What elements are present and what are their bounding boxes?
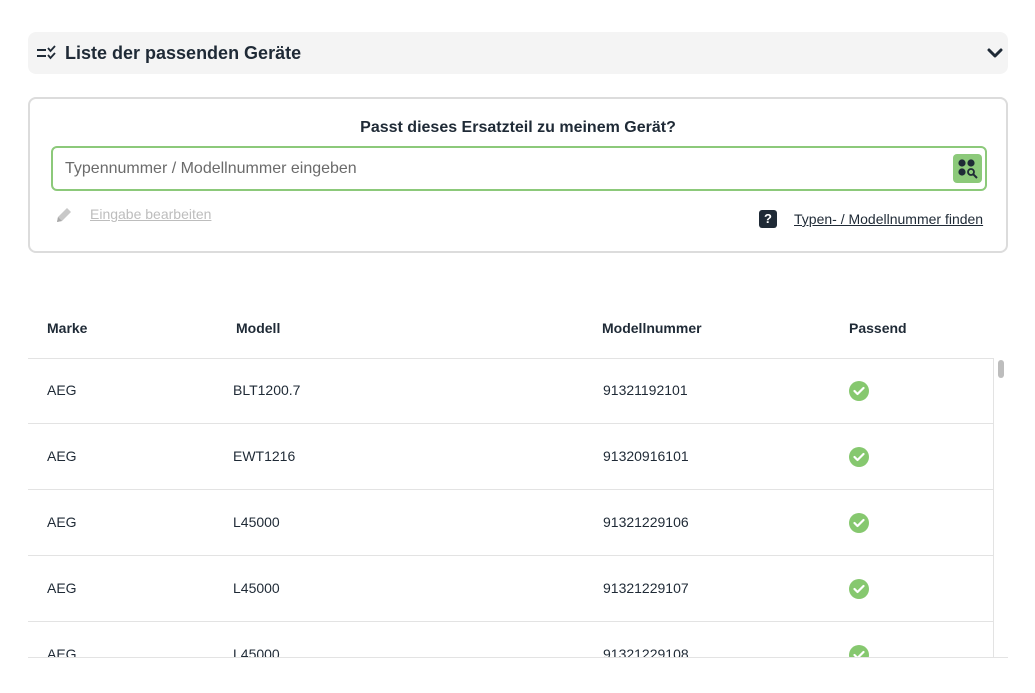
part-finder-box: Passt dieses Ersatzteil zu meinem Gerät?… [28,97,1008,253]
column-header-brand: Marke [47,320,88,336]
cell-model-number: 91321229107 [603,580,689,596]
finder-title: Passt dieses Ersatzteil zu meinem Gerät? [360,119,676,136]
find-model-number-link[interactable]: Typen- / Modellnummer finden [794,211,983,227]
pencil-icon [57,208,71,222]
question-icon[interactable]: ? [759,210,777,228]
check-circle-icon [849,513,869,533]
cell-brand: AEG [47,580,77,596]
column-header-fits: Passend [849,320,907,336]
devices-table-body[interactable]: AEG BLT1200.7 91321192101 AEG EWT1216 91… [28,358,1008,658]
table-row: AEG BLT1200.7 91321192101 [28,358,994,424]
table-rows: AEG BLT1200.7 91321192101 AEG EWT1216 91… [28,358,994,658]
table-scrollbar[interactable] [993,358,1008,657]
search-field-wrapper [51,146,987,191]
check-circle-icon [849,645,869,657]
matching-devices-accordion[interactable]: Liste der passenden Geräte [28,32,1008,74]
cell-model: L45000 [233,514,280,530]
device-search-icon [958,159,978,179]
table-row: AEG EWT1216 91320916101 [28,424,994,490]
column-header-model-number: Modellnummer [602,320,702,336]
scrollbar-thumb[interactable] [998,360,1004,378]
cell-model-number: 91321192101 [603,382,688,398]
edit-input-link[interactable]: Eingabe bearbeiten [90,206,211,222]
cell-model-number: 91321229106 [603,514,689,530]
table-header: Marke Modell Modellnummer Passend [28,300,994,359]
table-row: AEG L45000 91321229107 [28,556,994,622]
cell-model: EWT1216 [233,448,296,464]
check-circle-icon [849,579,869,599]
chevron-down-icon[interactable] [987,45,1003,61]
table-row: AEG L45000 91321229108 [28,622,994,658]
cell-brand: AEG [47,448,77,464]
accordion-title: Liste der passenden Geräte [65,43,302,63]
cell-model: L45000 [233,646,280,658]
column-header-model: Modell [236,320,281,336]
search-button[interactable] [953,154,982,183]
checklist-icon [37,45,56,60]
check-circle-icon [849,447,869,467]
cell-model: L45000 [233,580,280,596]
cell-brand: AEG [47,646,77,658]
table-row: AEG L45000 91321229106 [28,490,994,556]
cell-brand: AEG [47,514,77,530]
cell-model: BLT1200.7 [233,382,301,398]
model-number-search-input[interactable] [53,148,943,189]
cell-model-number: 91321229108 [603,646,689,658]
cell-model-number: 91320916101 [603,448,689,464]
cell-brand: AEG [47,382,77,398]
check-circle-icon [849,381,869,401]
